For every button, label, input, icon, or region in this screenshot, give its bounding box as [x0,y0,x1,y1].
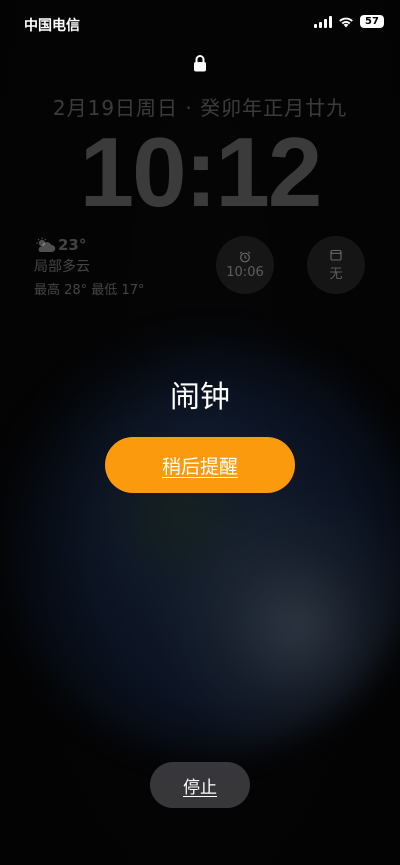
alarm-widget-time: 10:06 [226,264,264,280]
partly-cloudy-icon [36,237,56,252]
snooze-button-label: 稍后提醒 [161,456,238,478]
signal-icon [314,15,332,28]
alarm-widget[interactable]: 10:06 [216,236,274,294]
alarm-clock-icon [239,250,251,262]
stop-button[interactable]: 停止 [150,762,250,808]
lock-icon [194,55,206,72]
wifi-icon [339,17,353,27]
status-icons: 57 [314,15,384,28]
lock-screen-clock: 10:12 [79,117,323,227]
weather-description: 局部多云 [34,259,90,275]
battery-level: 57 [365,15,379,27]
stop-button-label: 停止 [183,777,217,797]
carrier-name: 中国电信 [24,18,80,34]
weather-temperature: 23° [58,236,87,254]
status-bar: 中国电信 57 [0,0,400,44]
calendar-widget-label: 无 [329,266,343,282]
snooze-button[interactable]: 稍后提醒 [105,437,295,493]
alarm-title: 闹钟 [170,380,230,415]
weather-range: 最高 28° 最低 17° [34,283,145,298]
calendar-widget[interactable]: 无 [307,236,365,294]
calendar-icon [330,249,342,261]
weather-widget[interactable]: 23° 局部多云 最高 28° 最低 17° [34,236,144,298]
battery-icon: 57 [360,15,384,28]
